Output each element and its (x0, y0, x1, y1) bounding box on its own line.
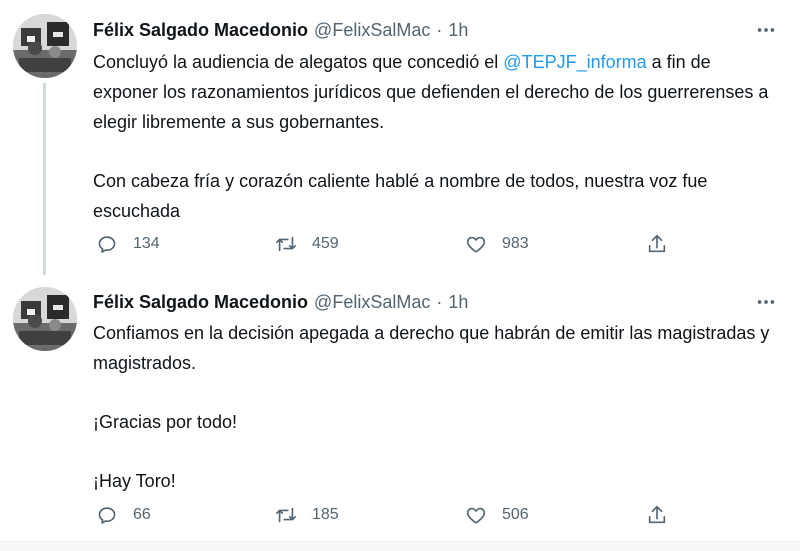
tweet-header: Félix Salgado Macedonio @FelixSalMac · 1… (93, 16, 468, 44)
tweet[interactable]: Félix Salgado Macedonio @FelixSalMac · 1… (0, 275, 800, 541)
timestamp[interactable]: 1h (448, 20, 468, 41)
like-count: 983 (502, 235, 529, 252)
thread-connector-line (43, 83, 46, 275)
retweet-button[interactable]: 185 (275, 499, 339, 531)
tweet-header: Félix Salgado Macedonio @FelixSalMac · 1… (93, 288, 468, 316)
tweet-paragraph: Confiamos en la decisión apegada a derec… (93, 323, 770, 373)
author-name[interactable]: Félix Salgado Macedonio (93, 20, 308, 41)
reply-count: 134 (133, 235, 160, 252)
tweet-text: Confiamos en la decisión apegada a derec… (93, 318, 772, 496)
retweet-count: 459 (312, 235, 339, 252)
avatar[interactable] (13, 14, 77, 78)
share-button[interactable] (646, 228, 668, 260)
like-count: 506 (502, 506, 529, 523)
tweet-actions: 66 185 506 (93, 499, 693, 531)
share-icon (648, 234, 666, 253)
avatar[interactable] (13, 287, 77, 351)
separator-dot: · (436, 19, 443, 40)
avatar-photo (13, 14, 77, 78)
like-button[interactable]: 506 (465, 499, 529, 531)
more-horizontal-icon[interactable] (754, 290, 778, 314)
reply-icon (98, 507, 116, 524)
tweet-text: Concluyó la audiencia de alegatos que co… (93, 47, 772, 226)
retweet-button[interactable]: 459 (275, 228, 339, 260)
tweet-actions: 134 459 983 (93, 228, 693, 260)
like-button[interactable]: 983 (465, 228, 529, 260)
tweet-paragraph: ¡Gracias por todo! (93, 412, 238, 432)
retweet-icon (276, 507, 296, 523)
more-horizontal-icon[interactable] (754, 18, 778, 42)
avatar-photo (13, 287, 77, 351)
tweet-paragraph: Con cabeza fría y corazón caliente hablé… (93, 171, 708, 221)
heart-icon (466, 236, 486, 253)
author-handle[interactable]: @FelixSalMac (314, 20, 430, 41)
tweet[interactable]: Félix Salgado Macedonio @FelixSalMac · 1… (0, 0, 800, 275)
timeline-divider (0, 541, 800, 551)
reply-icon (98, 236, 116, 253)
separator-dot: · (436, 291, 443, 312)
retweet-icon (276, 236, 296, 252)
reply-count: 66 (133, 506, 151, 523)
timestamp[interactable]: 1h (448, 292, 468, 313)
share-icon (648, 505, 666, 524)
share-button[interactable] (646, 499, 668, 531)
author-handle[interactable]: @FelixSalMac (314, 292, 430, 313)
tweet-paragraph: ¡Hay Toro! (93, 471, 176, 491)
tweet-thread: Félix Salgado Macedonio @FelixSalMac · 1… (0, 0, 800, 551)
reply-button[interactable]: 66 (96, 499, 151, 531)
heart-icon (466, 507, 486, 524)
tweet-text-segment: Concluyó la audiencia de alegatos que co… (93, 52, 504, 72)
tweet-paragraph: Concluyó la audiencia de alegatos que co… (93, 47, 772, 137)
mention-link[interactable]: @TEPJF_informa (503, 52, 646, 72)
reply-button[interactable]: 134 (96, 228, 160, 260)
author-name[interactable]: Félix Salgado Macedonio (93, 292, 308, 313)
retweet-count: 185 (312, 506, 339, 523)
